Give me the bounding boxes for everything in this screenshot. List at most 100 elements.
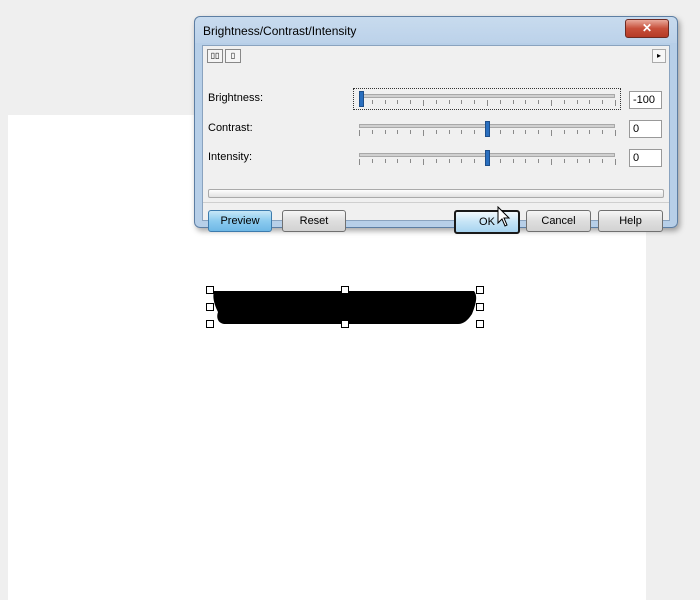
slider-tick xyxy=(359,159,360,165)
cancel-button[interactable]: Cancel xyxy=(526,210,591,232)
brightness-value-field[interactable]: -100 xyxy=(629,91,662,109)
resize-handle-top-center[interactable] xyxy=(341,286,349,294)
slider-tick xyxy=(474,100,476,104)
slider-tick xyxy=(615,159,616,165)
slider-tick xyxy=(538,159,540,163)
resize-handle-bottom-right[interactable] xyxy=(476,320,484,328)
slider-thumb[interactable] xyxy=(484,121,490,137)
slider-tick xyxy=(371,130,373,134)
mouse-pointer-icon xyxy=(497,206,511,227)
help-button[interactable]: Help xyxy=(598,210,663,232)
slider-tick xyxy=(448,130,450,134)
reset-button[interactable]: Reset xyxy=(282,210,346,232)
slider-tick xyxy=(359,130,360,136)
brightness-contrast-dialog: Brightness/Contrast/Intensity ✕ ▯▯ ▯ ▸ B… xyxy=(194,16,678,234)
slider-tick xyxy=(525,130,527,134)
slider-tick xyxy=(499,130,501,134)
slider-tick xyxy=(448,100,450,104)
close-button[interactable]: ✕ xyxy=(625,19,669,38)
slider-tick xyxy=(397,130,399,134)
contrast-slider[interactable] xyxy=(355,120,619,138)
contrast-label: Contrast: xyxy=(208,122,253,134)
slider-tick xyxy=(576,159,578,163)
slider-tick xyxy=(461,159,463,163)
slider-tick xyxy=(589,159,591,163)
brightness-slider[interactable] xyxy=(353,88,621,110)
single-view-icon: ▯ xyxy=(230,51,236,60)
preview-button[interactable]: Preview xyxy=(208,210,272,232)
slider-tick xyxy=(551,159,552,165)
progress-bar xyxy=(208,189,664,198)
slider-tick xyxy=(371,100,373,104)
slider-tick xyxy=(423,130,424,136)
slider-tick xyxy=(384,159,386,163)
contrast-value-field[interactable]: 0 xyxy=(629,120,662,138)
slider-tick xyxy=(371,159,373,163)
intensity-slider[interactable] xyxy=(355,149,619,167)
slider-tick xyxy=(423,159,424,165)
slider-tick xyxy=(435,159,437,163)
resize-handle-bottom-left[interactable] xyxy=(206,320,214,328)
slider-tick xyxy=(410,159,412,163)
selected-shape[interactable] xyxy=(210,290,480,324)
slider-tick xyxy=(589,130,591,134)
slider-tick xyxy=(576,100,578,104)
slider-track xyxy=(359,94,615,98)
slider-tick xyxy=(461,130,463,134)
resize-handle-top-left[interactable] xyxy=(206,286,214,294)
slider-tick xyxy=(410,100,412,104)
resize-handle-top-right[interactable] xyxy=(476,286,484,294)
slider-tick xyxy=(448,159,450,163)
slider-tick xyxy=(397,100,399,104)
slider-tick xyxy=(435,100,437,104)
resize-handle-bottom-center[interactable] xyxy=(341,320,349,328)
slider-tick xyxy=(461,100,463,104)
slider-tick xyxy=(563,130,565,134)
divider xyxy=(203,202,669,203)
compare-view-button[interactable]: ▯▯ xyxy=(207,49,223,63)
slider-tick xyxy=(397,159,399,163)
slider-tick xyxy=(423,100,424,106)
slider-tick xyxy=(602,159,604,163)
slider-thumb[interactable] xyxy=(359,91,364,107)
triangle-right-icon: ▸ xyxy=(656,51,661,60)
slider-tick xyxy=(525,100,527,104)
single-view-button[interactable]: ▯ xyxy=(225,49,241,63)
compare-icon: ▯▯ xyxy=(210,51,220,60)
slider-tick xyxy=(538,100,540,104)
slider-tick xyxy=(435,130,437,134)
slider-tick xyxy=(384,100,386,104)
slider-tick xyxy=(487,100,488,106)
resize-handle-middle-left[interactable] xyxy=(206,303,214,311)
slider-tick xyxy=(602,100,604,104)
slider-tick xyxy=(576,130,578,134)
slider-tick xyxy=(499,100,501,104)
slider-tick xyxy=(563,159,565,163)
brightness-label: Brightness: xyxy=(208,92,264,104)
shape-graphic xyxy=(213,291,477,324)
slider-tick xyxy=(512,130,514,134)
slider-tick xyxy=(512,159,514,163)
dialog-client-area: ▯▯ ▯ ▸ Brightness: -100 Contrast: 0 Inte… xyxy=(202,45,670,234)
intensity-label: Intensity: xyxy=(208,151,253,163)
slider-tick xyxy=(499,159,501,163)
slider-tick xyxy=(384,130,386,134)
slider-tick xyxy=(615,130,616,136)
slider-tick xyxy=(615,100,616,106)
slider-tick xyxy=(410,130,412,134)
slider-tick xyxy=(538,130,540,134)
resize-handle-middle-right[interactable] xyxy=(476,303,484,311)
dialog-titlebar[interactable]: Brightness/Contrast/Intensity ✕ xyxy=(195,17,677,45)
slider-tick xyxy=(602,130,604,134)
slider-tick xyxy=(512,100,514,104)
expand-button[interactable]: ▸ xyxy=(652,49,666,63)
slider-ticks xyxy=(359,100,616,106)
slider-tick xyxy=(525,159,527,163)
slider-tick xyxy=(551,100,552,106)
slider-tick xyxy=(563,100,565,104)
slider-tick xyxy=(551,130,552,136)
slider-thumb[interactable] xyxy=(484,150,490,166)
intensity-value-field[interactable]: 0 xyxy=(629,149,662,167)
slider-tick xyxy=(474,130,476,134)
dialog-title: Brightness/Contrast/Intensity xyxy=(203,24,357,38)
